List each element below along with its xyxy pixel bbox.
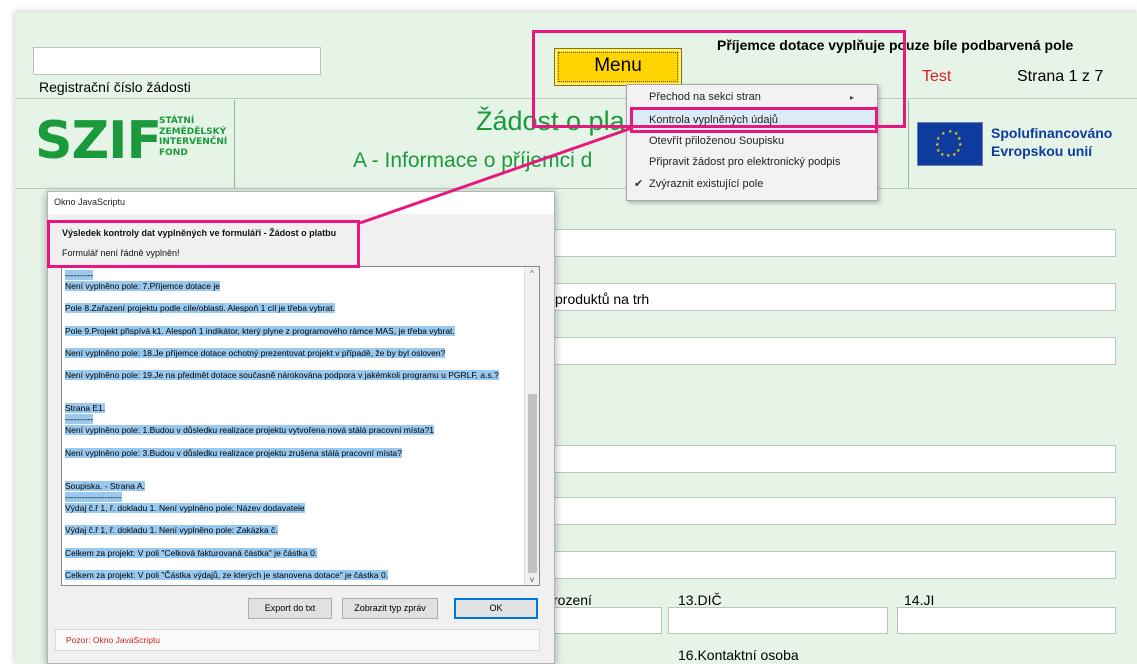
annotation-connector (359, 126, 633, 225)
